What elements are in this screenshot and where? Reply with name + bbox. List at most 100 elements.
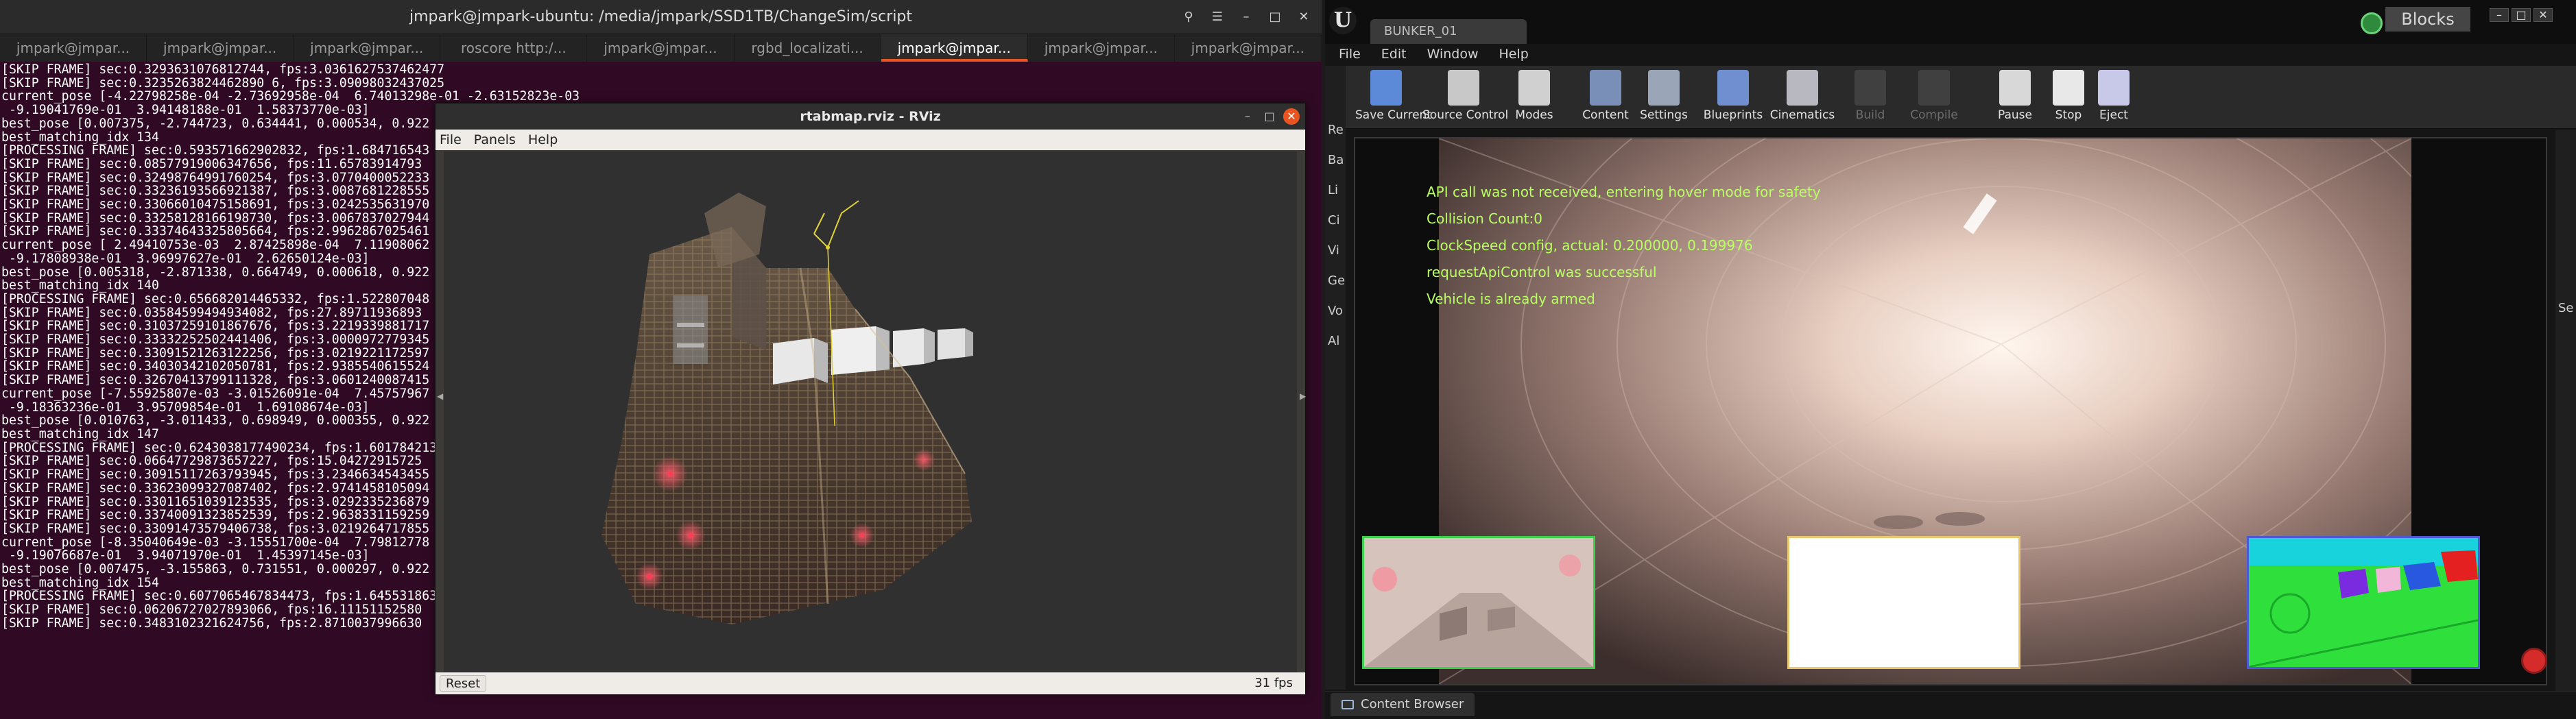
- details-tab-label[interactable]: Se: [2558, 302, 2574, 315]
- source-control-button[interactable]: Source Control: [1422, 66, 1509, 129]
- maximize-icon[interactable]: □: [1263, 5, 1287, 29]
- content-browser-tab[interactable]: Content Browser: [1331, 693, 1475, 716]
- compile-icon: [1918, 70, 1950, 106]
- compile-button[interactable]: Compile: [1907, 66, 1961, 129]
- terminal-titlebar[interactable]: jmpark@jmpark-ubuntu: /media/jmpark/SSD1…: [0, 0, 1322, 34]
- pause-button[interactable]: Pause: [1994, 66, 2036, 129]
- toolbar-label: Stop: [2055, 108, 2082, 122]
- terminal-tab[interactable]: jmpark@jmpar...: [1175, 34, 1322, 62]
- details-panel-strip: Se: [2555, 130, 2576, 692]
- toolbar-label: Modes: [1515, 108, 1553, 122]
- cinematics-icon: [1787, 70, 1818, 106]
- menu-help[interactable]: Help: [528, 130, 558, 150]
- rviz-statusbar: Reset 31 fps: [436, 672, 1305, 694]
- eject-button[interactable]: Eject: [2093, 66, 2134, 129]
- terminal-tab[interactable]: rgbd_localizati...: [735, 34, 881, 62]
- desktop: jmpark@jmpark-ubuntu: /media/jmpark/SSD1…: [0, 0, 2576, 719]
- modes-tab-label[interactable]: Al: [1328, 334, 1339, 348]
- terminal-line: [SKIP FRAME] sec:0.3293631076812744, fps…: [1, 63, 445, 77]
- minimize-icon[interactable]: –: [2490, 8, 2509, 22]
- hud-message: Vehicle is already armed: [1427, 291, 1595, 307]
- stop-button[interactable]: Stop: [2048, 66, 2089, 129]
- modes-tab-label[interactable]: Li: [1328, 184, 1338, 197]
- project-name: Blocks: [2385, 7, 2470, 32]
- toolbar-label: Blueprints: [1703, 108, 1763, 122]
- ue-menubar: File Edit Window Help: [1325, 44, 2576, 64]
- scene-camera-subwindow: [1362, 536, 1595, 669]
- shelving: [673, 295, 708, 364]
- record-button[interactable]: [2521, 648, 2547, 674]
- minimize-icon[interactable]: –: [1239, 108, 1256, 125]
- terminal-tab[interactable]: jmpark@jmpar...: [294, 34, 441, 62]
- hud-message: Collision Count:0: [1427, 210, 1542, 227]
- menu-help[interactable]: Help: [1499, 44, 1529, 64]
- terminal-line: current_pose [-4.22798258e-04 -2.7369295…: [1, 89, 580, 104]
- right-panel-splitter[interactable]: ▶: [1300, 391, 1306, 401]
- hud-message: requestApiControl was successful: [1427, 264, 1657, 280]
- close-icon[interactable]: ✕: [2533, 8, 2553, 22]
- modes-tab-label[interactable]: Vi: [1328, 244, 1339, 258]
- toolbar-label: Eject: [2099, 108, 2128, 122]
- level-viewport[interactable]: API call was not received, entering hove…: [1354, 137, 2547, 685]
- maximize-icon[interactable]: □: [2512, 8, 2531, 22]
- content-icon: [1590, 70, 1621, 106]
- terminal-tab[interactable]: jmpark@jmpar...: [1028, 34, 1175, 62]
- rviz-title: rtabmap.rviz - RViz: [800, 109, 941, 124]
- rviz-window[interactable]: rtabmap.rviz - RViz – □ ✕ File Panels He…: [435, 103, 1306, 694]
- stop-icon: [2053, 70, 2084, 106]
- terminal-line: [SKIP FRAME] sec:0.3235263824462890 6, f…: [1, 75, 445, 90]
- toolbar-label: Save Current: [1355, 108, 1431, 122]
- menu-file[interactable]: File: [1339, 44, 1361, 64]
- toolbar-label: Compile: [1910, 108, 1958, 122]
- modes-tab-label[interactable]: Ci: [1328, 214, 1340, 228]
- maximize-icon[interactable]: □: [1261, 108, 1278, 125]
- terminal-title: jmpark@jmpark-ubuntu: /media/jmpark/SSD1…: [409, 8, 913, 25]
- menu-window[interactable]: Window: [1427, 44, 1479, 64]
- rviz-titlebar[interactable]: rtabmap.rviz - RViz – □ ✕: [436, 103, 1305, 130]
- modes-button[interactable]: Modes: [1510, 66, 1558, 129]
- unreal-editor-window[interactable]: U BUNKER_01 Blocks – □ ✕ File Edit Windo…: [1325, 0, 2576, 719]
- project-status-icon: [2361, 12, 2383, 34]
- minimize-icon[interactable]: –: [1235, 5, 1258, 29]
- menu-file[interactable]: File: [440, 130, 462, 150]
- toolbar-label: Pause: [1998, 108, 2032, 122]
- content-button[interactable]: Content: [1582, 66, 1630, 129]
- unreal-logo-icon: U: [1329, 7, 1357, 34]
- toolbar-label: Source Control: [1422, 108, 1509, 122]
- terminal-tabbar: jmpark@jmpar... jmpark@jmpar... jmpark@j…: [0, 34, 1322, 62]
- hamburger-menu-icon[interactable]: ☰: [1206, 5, 1229, 29]
- save-current-button[interactable]: Save Current: [1355, 66, 1431, 129]
- rviz-3d-view[interactable]: [444, 151, 1297, 672]
- level-tab[interactable]: BUNKER_01: [1370, 19, 1527, 44]
- modes-tab-label[interactable]: Vo: [1328, 304, 1343, 318]
- close-icon[interactable]: ✕: [1292, 5, 1315, 29]
- terminal-tab[interactable]: jmpark@jmpar...: [587, 34, 735, 62]
- terminal-tab[interactable]: jmpark@jmpar...: [0, 34, 147, 62]
- reset-button[interactable]: Reset: [440, 675, 487, 692]
- cinematics-button[interactable]: Cinematics: [1768, 66, 1837, 129]
- hud-message: API call was not received, entering hove…: [1427, 184, 1821, 200]
- folder-icon: [1341, 700, 1354, 709]
- settings-button[interactable]: Settings: [1636, 66, 1691, 129]
- search-icon[interactable]: ⚲: [1177, 5, 1200, 29]
- left-panel-splitter[interactable]: ◀: [437, 391, 443, 401]
- modes-panel-strip: Re Ba Li Ci Vi Ge Vo Al: [1325, 66, 1346, 690]
- terminal-tab-active[interactable]: jmpark@jmpar...: [881, 34, 1028, 62]
- point-cloud-map: [601, 193, 973, 624]
- menu-panels[interactable]: Panels: [474, 130, 516, 150]
- terminal-tab[interactable]: jmpark@jmpar...: [147, 34, 294, 62]
- eject-icon: [2098, 70, 2130, 106]
- source-control-icon: [1448, 70, 1479, 106]
- close-icon[interactable]: ✕: [1283, 108, 1300, 125]
- toolbar-label: Content: [1582, 108, 1629, 122]
- modes-tab-label[interactable]: Ge: [1328, 274, 1345, 288]
- menu-edit[interactable]: Edit: [1381, 44, 1407, 64]
- modes-tab-label[interactable]: Ba: [1328, 154, 1344, 167]
- fps-label: 31 fps: [1254, 676, 1293, 690]
- modes-tab-label[interactable]: Re: [1328, 123, 1344, 137]
- terminal-tab[interactable]: roscore http:/...: [440, 34, 588, 62]
- ue-titlebar[interactable]: U BUNKER_01 Blocks – □ ✕: [1325, 0, 2576, 44]
- blueprints-button[interactable]: Blueprints: [1702, 66, 1764, 129]
- build-button[interactable]: Build: [1846, 66, 1894, 129]
- toolbar-label: Cinematics: [1769, 108, 1835, 122]
